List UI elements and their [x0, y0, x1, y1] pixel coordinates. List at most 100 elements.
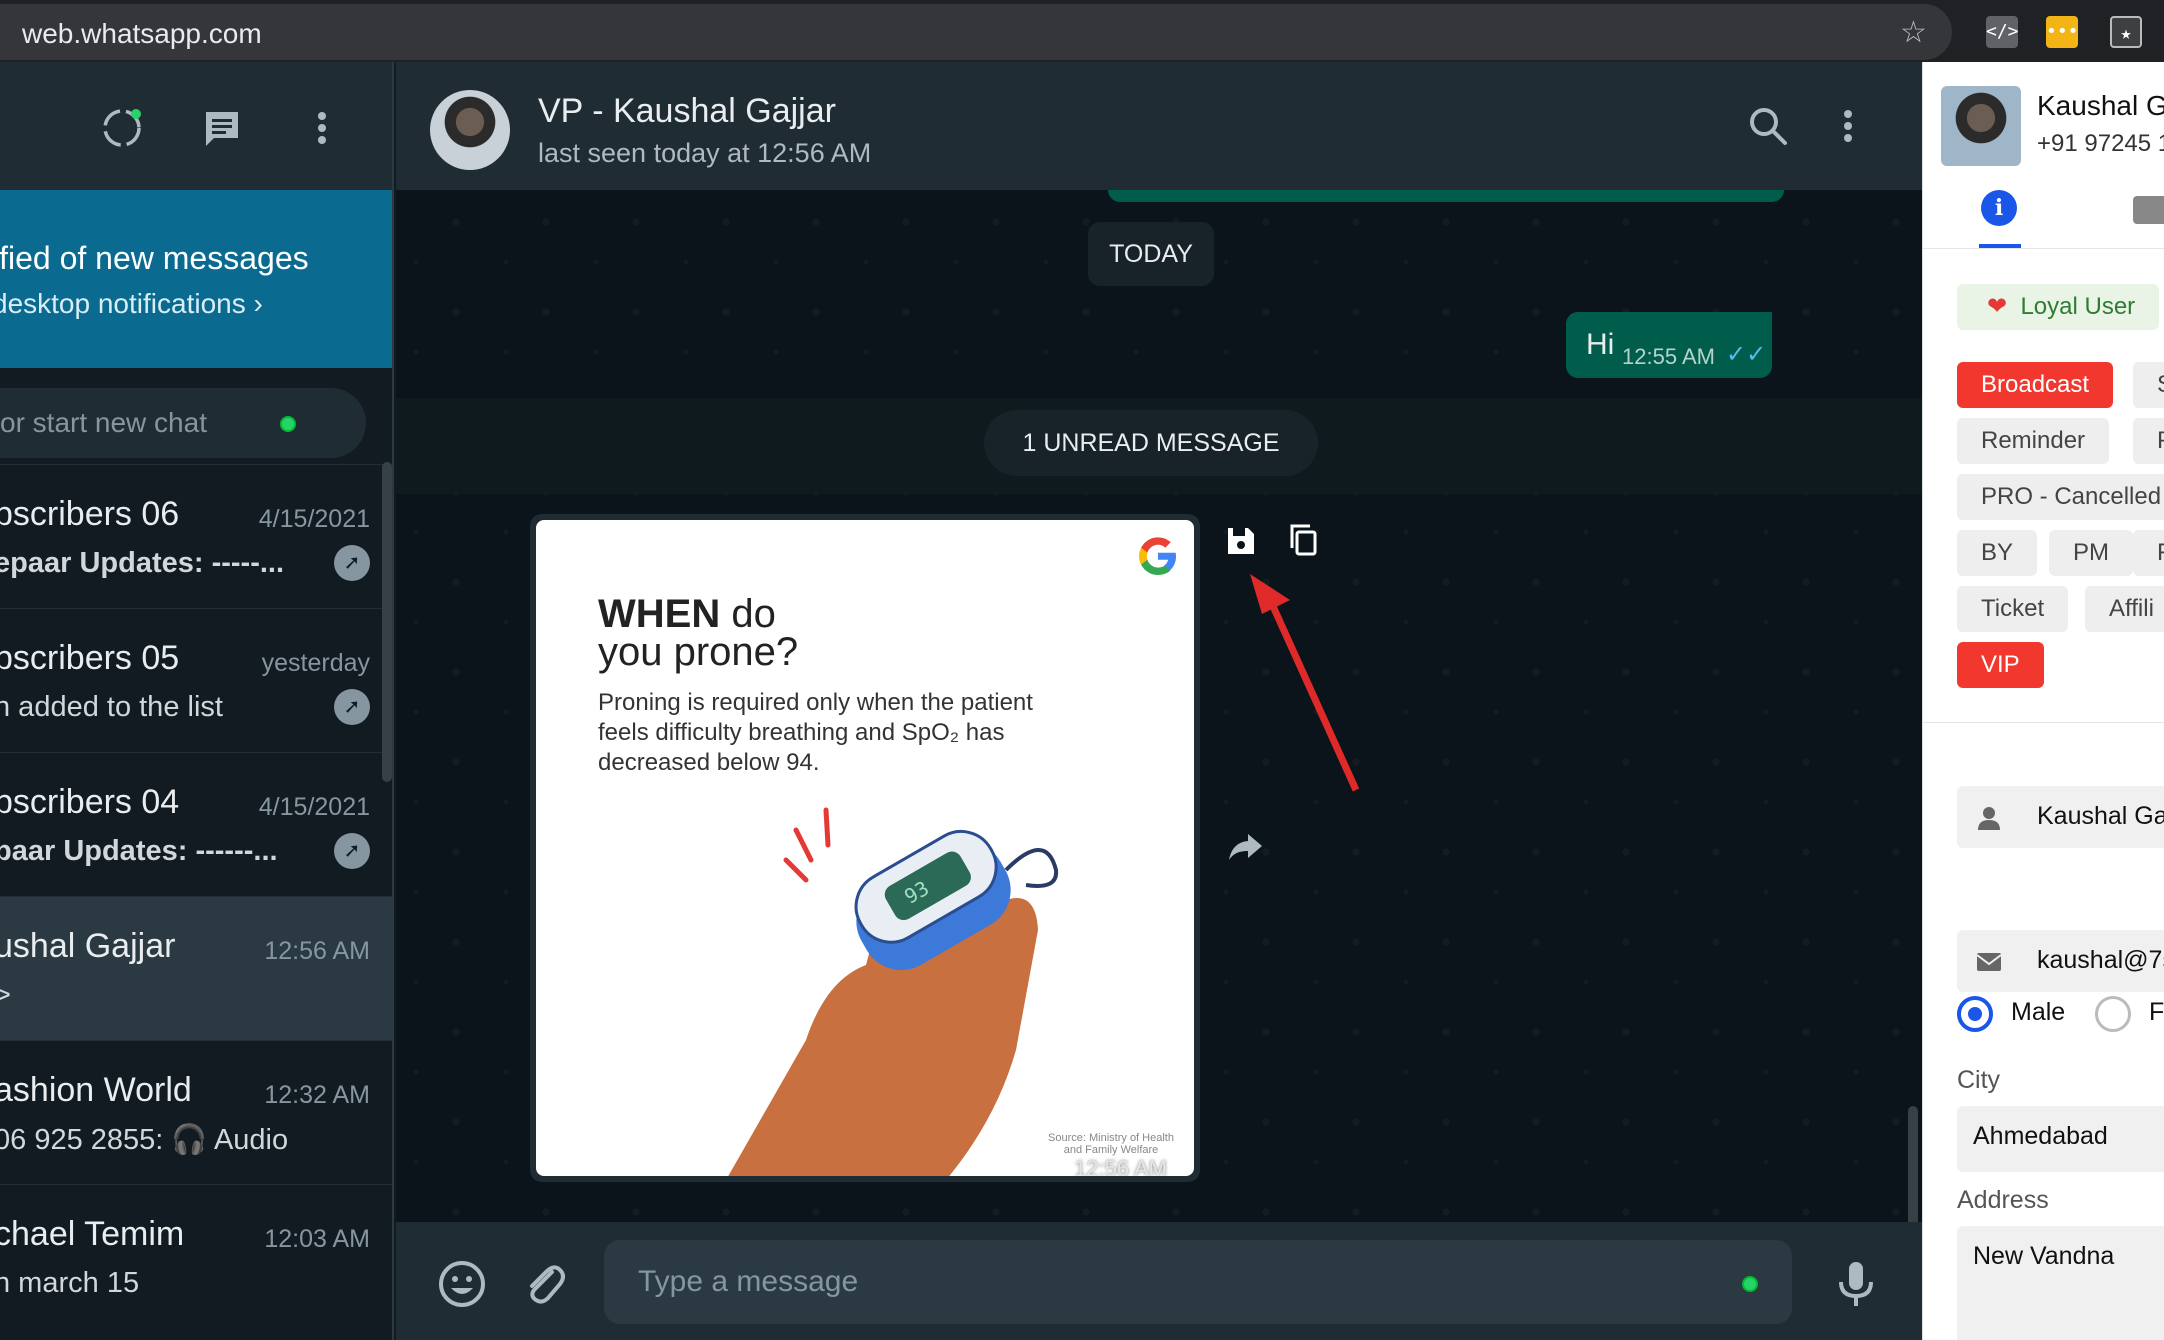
crm-contact-avatar — [1941, 86, 2021, 166]
chat-list-scrollbar[interactable] — [382, 462, 392, 782]
tag-ticket[interactable]: Ticket — [1957, 586, 2069, 632]
image-message[interactable]: WHEN do you prone? Proning is required o… — [530, 514, 1200, 1182]
previous-message-bubble — [1108, 190, 1784, 202]
chat-list-item[interactable]: bscribers 06 4/15/2021 epaar Updates: --… — [0, 464, 392, 608]
extension-icon[interactable]: ★ — [2110, 16, 2142, 48]
chat-time: 12:03 AM — [264, 1225, 370, 1253]
image-content[interactable]: WHEN do you prone? Proning is required o… — [536, 520, 1194, 1176]
email-icon — [1976, 953, 2002, 971]
email-field[interactable]: kaushal@7s — [1957, 930, 2164, 992]
notification-banner[interactable]: ified of new messages desktop notificati… — [0, 190, 392, 368]
email-value: kaushal@7s — [2037, 946, 2164, 974]
contact-avatar[interactable] — [430, 90, 510, 170]
tag-s[interactable]: S — [2133, 362, 2164, 408]
forward-icon[interactable] — [1224, 822, 1268, 866]
browser-bar: web.whatsapp.com ☆ </> ••• ★ — [0, 0, 2164, 62]
date-divider: TODAY — [1088, 222, 1214, 286]
chat-preview: n march 15 — [0, 1267, 140, 1299]
password-extension-icon[interactable]: ••• — [2046, 16, 2079, 48]
enable-desktop-notifications-link[interactable]: desktop notifications › — [0, 288, 263, 320]
devtools-extension-icon[interactable]: </> — [1986, 16, 2019, 48]
tag-vip[interactable]: VIP — [1957, 642, 2044, 688]
full-name-field[interactable]: Kaushal Gaj — [1957, 786, 2164, 848]
chat-name: ashion World — [0, 1071, 192, 1109]
divider — [1923, 722, 2164, 723]
tag-p[interactable]: P — [2133, 418, 2164, 464]
search-box — [0, 388, 366, 458]
unread-divider: 1 UNREAD MESSAGE — [984, 410, 1318, 476]
copy-icon[interactable] — [1284, 520, 1324, 560]
chat-preview: n added to the list — [0, 691, 223, 723]
outgoing-message[interactable]: Hi 12:55 AM ✓✓ — [1566, 312, 1772, 378]
chat-preview: paar Updates: ------... — [0, 835, 278, 867]
gender-radio-female[interactable] — [2095, 996, 2131, 1032]
address-field[interactable]: New Vandna — [1957, 1226, 2164, 1340]
tag-reminder[interactable]: Reminder — [1957, 418, 2110, 464]
divider — [1923, 248, 2164, 249]
chat-list-item[interactable]: ashion World 12:32 AM 06 925 2855: 🎧 Aud… — [0, 1040, 392, 1184]
compose-bar — [396, 1222, 1922, 1340]
city-label: City — [1957, 1066, 2001, 1094]
chat-name: bscribers 04 — [0, 783, 180, 821]
message-time: 12:56 AM — [1074, 1156, 1167, 1176]
tag-pro-cancelled[interactable]: PRO - Cancelled — [1957, 474, 2164, 520]
annotation-arrow-icon — [1250, 574, 1360, 792]
crm-contact-phone: +91 97245 1 — [2037, 130, 2164, 157]
crm-contact-name: Kaushal G — [2037, 90, 2164, 121]
address-bar[interactable]: web.whatsapp.com ☆ — [0, 4, 1952, 60]
url-text: web.whatsapp.com — [22, 18, 262, 49]
pin-icon: ➚ — [334, 545, 370, 581]
menu-icon[interactable] — [1826, 104, 1870, 148]
chat-name: bscribers 06 — [0, 495, 180, 533]
menu-icon[interactable] — [300, 106, 344, 150]
full-name-value: Kaushal Gaj — [2037, 802, 2164, 830]
card-body: Proning is required only when the patien… — [598, 689, 1033, 776]
heart-icon: ❤ — [1987, 293, 2008, 320]
tag-pm[interactable]: PM — [2049, 530, 2133, 576]
tag-affiliate[interactable]: Affili — [2085, 586, 2164, 632]
bookmark-star-icon[interactable]: ☆ — [1900, 18, 1927, 48]
microphone-icon[interactable] — [1830, 1258, 1882, 1310]
chat-list-item-active[interactable]: ushal Gajjar 12:56 AM > — [0, 896, 392, 1040]
chat-time: 12:32 AM — [264, 1081, 370, 1109]
city-field[interactable]: Ahmedabad — [1957, 1106, 2164, 1172]
chat-preview: > — [0, 979, 11, 1012]
tag-broadcast[interactable]: Broadcast — [1957, 362, 2114, 408]
message-input[interactable] — [604, 1240, 1792, 1324]
chat-time: 4/15/2021 — [258, 505, 370, 533]
card-title-line2: you prone? — [598, 630, 799, 674]
chat-time: 12:56 AM — [264, 937, 370, 965]
gender-label-female: Fe — [2149, 998, 2164, 1026]
chat-name: bscribers 05 — [0, 639, 180, 677]
status-icon[interactable] — [100, 106, 144, 150]
info-tab-icon[interactable]: i — [1981, 190, 2017, 226]
chat-time: 4/15/2021 — [258, 793, 370, 821]
contact-name: VP - Kaushal Gajjar — [538, 92, 836, 130]
message-time: 12:55 AM — [1622, 344, 1715, 369]
crm-side-panel: Kaushal G +91 97245 1 i ❤ Loyal User Bro… — [1922, 62, 2164, 1340]
chat-list-pane: ified of new messages desktop notificati… — [0, 62, 394, 1340]
image-source: Source: Ministry of Health and Family We… — [1048, 1132, 1174, 1156]
tag-f[interactable]: F — [2133, 530, 2164, 576]
chat-list: bscribers 06 4/15/2021 epaar Updates: --… — [0, 464, 392, 1328]
conversation-header[interactable]: VP - Kaushal Gajjar last seen today at 1… — [396, 62, 1922, 190]
chat-name: chael Temim — [0, 1215, 185, 1253]
tag-by[interactable]: BY — [1957, 530, 2038, 576]
chat-list-item[interactable]: bscribers 04 4/15/2021 paar Updates: ---… — [0, 752, 392, 896]
gender-label-male: Male — [2011, 998, 2066, 1026]
search-icon[interactable] — [1746, 104, 1790, 148]
conversation-pane: VP - Kaushal Gajjar last seen today at 1… — [396, 62, 1922, 1340]
secondary-tab-icon[interactable] — [2133, 196, 2164, 224]
emoji-icon[interactable] — [436, 1258, 488, 1310]
indicator-dot — [280, 416, 296, 432]
chat-list-item[interactable]: chael Temim 12:03 AM n march 15 — [0, 1184, 392, 1328]
chat-name: ushal Gajjar — [0, 927, 176, 965]
gender-radio-male[interactable] — [1957, 996, 1993, 1032]
search-input[interactable] — [0, 388, 310, 458]
search-area — [0, 368, 392, 464]
loyal-user-tag[interactable]: ❤ Loyal User — [1957, 284, 2160, 330]
attach-icon[interactable] — [518, 1258, 570, 1310]
new-chat-icon[interactable] — [200, 106, 244, 150]
chat-list-item[interactable]: bscribers 05 yesterday n added to the li… — [0, 608, 392, 752]
save-icon[interactable] — [1220, 520, 1260, 560]
